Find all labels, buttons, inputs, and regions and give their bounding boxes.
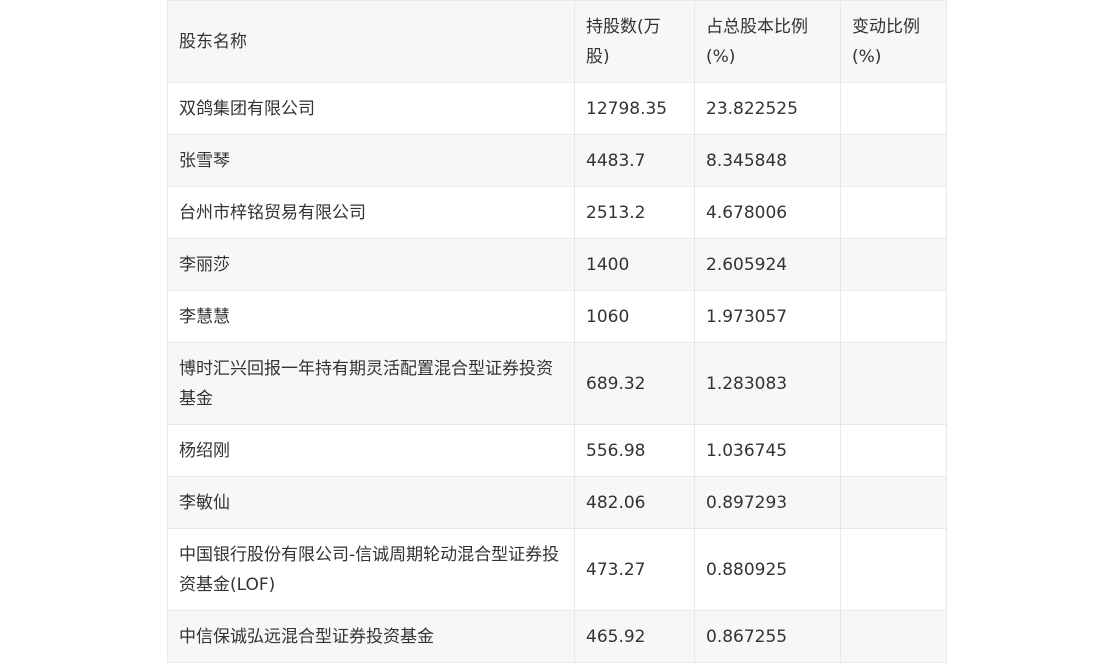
cell-shareholder-name: 杨绍刚 <box>167 424 575 477</box>
header-change-ratio: 变动比例(%) <box>840 0 947 83</box>
header-shares-held: 持股数(万股) <box>574 0 695 83</box>
table-row: 台州市梓铭贸易有限公司 2513.2 4.678006 <box>167 186 947 239</box>
cell-change-ratio <box>840 82 947 135</box>
cell-shares-held: 465.92 <box>574 610 695 663</box>
cell-change-ratio <box>840 134 947 187</box>
cell-shareholder-name: 李丽莎 <box>167 238 575 291</box>
cell-change-ratio <box>840 610 947 663</box>
cell-shares-held: 689.32 <box>574 342 695 425</box>
cell-share-percentage: 0.867255 <box>694 610 841 663</box>
cell-shareholder-name: 中国银行股份有限公司-信诚周期轮动混合型证券投资基金(LOF) <box>167 528 575 611</box>
cell-change-ratio <box>840 186 947 239</box>
cell-share-percentage: 0.880925 <box>694 528 841 611</box>
table-row: 李敏仙 482.06 0.897293 <box>167 476 947 529</box>
cell-shareholder-name: 台州市梓铭贸易有限公司 <box>167 186 575 239</box>
cell-share-percentage: 1.973057 <box>694 290 841 343</box>
cell-share-percentage: 23.822525 <box>694 82 841 135</box>
table-row: 博时汇兴回报一年持有期灵活配置混合型证券投资基金 689.32 1.283083 <box>167 342 947 425</box>
table-row: 李慧慧 1060 1.973057 <box>167 290 947 343</box>
table-header-row: 股东名称 持股数(万股) 占总股本比例(%) 变动比例(%) <box>167 0 947 83</box>
cell-shareholder-name: 李敏仙 <box>167 476 575 529</box>
cell-shareholder-name: 博时汇兴回报一年持有期灵活配置混合型证券投资基金 <box>167 342 575 425</box>
cell-shareholder-name: 双鸽集团有限公司 <box>167 82 575 135</box>
cell-shares-held: 4483.7 <box>574 134 695 187</box>
cell-share-percentage: 2.605924 <box>694 238 841 291</box>
header-share-percentage: 占总股本比例(%) <box>694 0 841 83</box>
cell-shares-held: 2513.2 <box>574 186 695 239</box>
cell-change-ratio <box>840 290 947 343</box>
table-row: 中信保诚弘远混合型证券投资基金 465.92 0.867255 <box>167 610 947 663</box>
table-row: 张雪琴 4483.7 8.345848 <box>167 134 947 187</box>
cell-share-percentage: 0.897293 <box>694 476 841 529</box>
cell-share-percentage: 1.283083 <box>694 342 841 425</box>
shareholder-table: 股东名称 持股数(万股) 占总股本比例(%) 变动比例(%) 双鸽集团有限公司 … <box>167 0 947 663</box>
cell-shares-held: 1060 <box>574 290 695 343</box>
cell-shares-held: 473.27 <box>574 528 695 611</box>
cell-share-percentage: 4.678006 <box>694 186 841 239</box>
cell-shares-held: 482.06 <box>574 476 695 529</box>
cell-change-ratio <box>840 476 947 529</box>
cell-change-ratio <box>840 528 947 611</box>
cell-change-ratio <box>840 342 947 425</box>
cell-shareholder-name: 李慧慧 <box>167 290 575 343</box>
cell-share-percentage: 8.345848 <box>694 134 841 187</box>
cell-shareholder-name: 中信保诚弘远混合型证券投资基金 <box>167 610 575 663</box>
table-row: 李丽莎 1400 2.605924 <box>167 238 947 291</box>
table-row: 杨绍刚 556.98 1.036745 <box>167 424 947 477</box>
cell-shares-held: 1400 <box>574 238 695 291</box>
shareholder-table-container: 股东名称 持股数(万股) 占总股本比例(%) 变动比例(%) 双鸽集团有限公司 … <box>167 0 947 663</box>
cell-shares-held: 12798.35 <box>574 82 695 135</box>
table-row: 双鸽集团有限公司 12798.35 23.822525 <box>167 82 947 135</box>
cell-change-ratio <box>840 238 947 291</box>
cell-share-percentage: 1.036745 <box>694 424 841 477</box>
cell-shareholder-name: 张雪琴 <box>167 134 575 187</box>
header-shareholder-name: 股东名称 <box>167 0 575 83</box>
table-row: 中国银行股份有限公司-信诚周期轮动混合型证券投资基金(LOF) 473.27 0… <box>167 528 947 611</box>
cell-shares-held: 556.98 <box>574 424 695 477</box>
cell-change-ratio <box>840 424 947 477</box>
